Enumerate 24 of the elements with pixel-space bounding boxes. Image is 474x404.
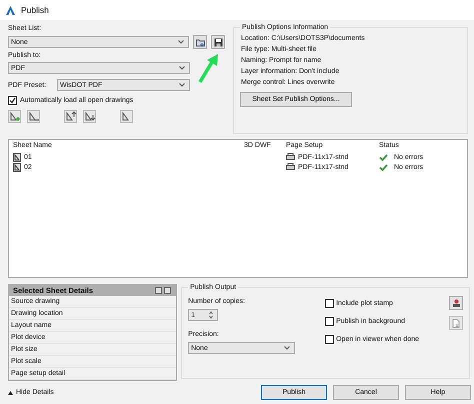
load-sheet-list-button[interactable] bbox=[193, 35, 208, 49]
remove-sheet-icon[interactable] bbox=[27, 110, 40, 123]
caret-icon bbox=[284, 346, 290, 350]
printer-icon bbox=[286, 153, 295, 161]
stamp-icon bbox=[452, 298, 460, 308]
checkbox[interactable] bbox=[325, 299, 334, 308]
app-logo-icon bbox=[6, 6, 15, 14]
add-sheet-icon[interactable] bbox=[8, 110, 21, 123]
window-title: Publish bbox=[21, 5, 49, 15]
plot-stamp-button[interactable] bbox=[449, 296, 463, 310]
caret-icon bbox=[178, 40, 184, 44]
checkbox[interactable] bbox=[325, 317, 334, 326]
move-up-icon[interactable] bbox=[64, 110, 77, 123]
move-down-icon[interactable] bbox=[83, 110, 96, 123]
collapse-icon[interactable] bbox=[8, 390, 13, 394]
printer-icon bbox=[286, 163, 295, 171]
document-icon bbox=[452, 318, 460, 328]
checkbox[interactable] bbox=[325, 335, 334, 344]
caret-icon bbox=[179, 66, 185, 70]
caret-icon bbox=[179, 83, 185, 87]
view-toggle-icon[interactable] bbox=[155, 287, 172, 294]
arrow-annotation bbox=[197, 52, 221, 84]
checkbox[interactable] bbox=[8, 96, 17, 105]
save-icon[interactable] bbox=[211, 35, 225, 49]
